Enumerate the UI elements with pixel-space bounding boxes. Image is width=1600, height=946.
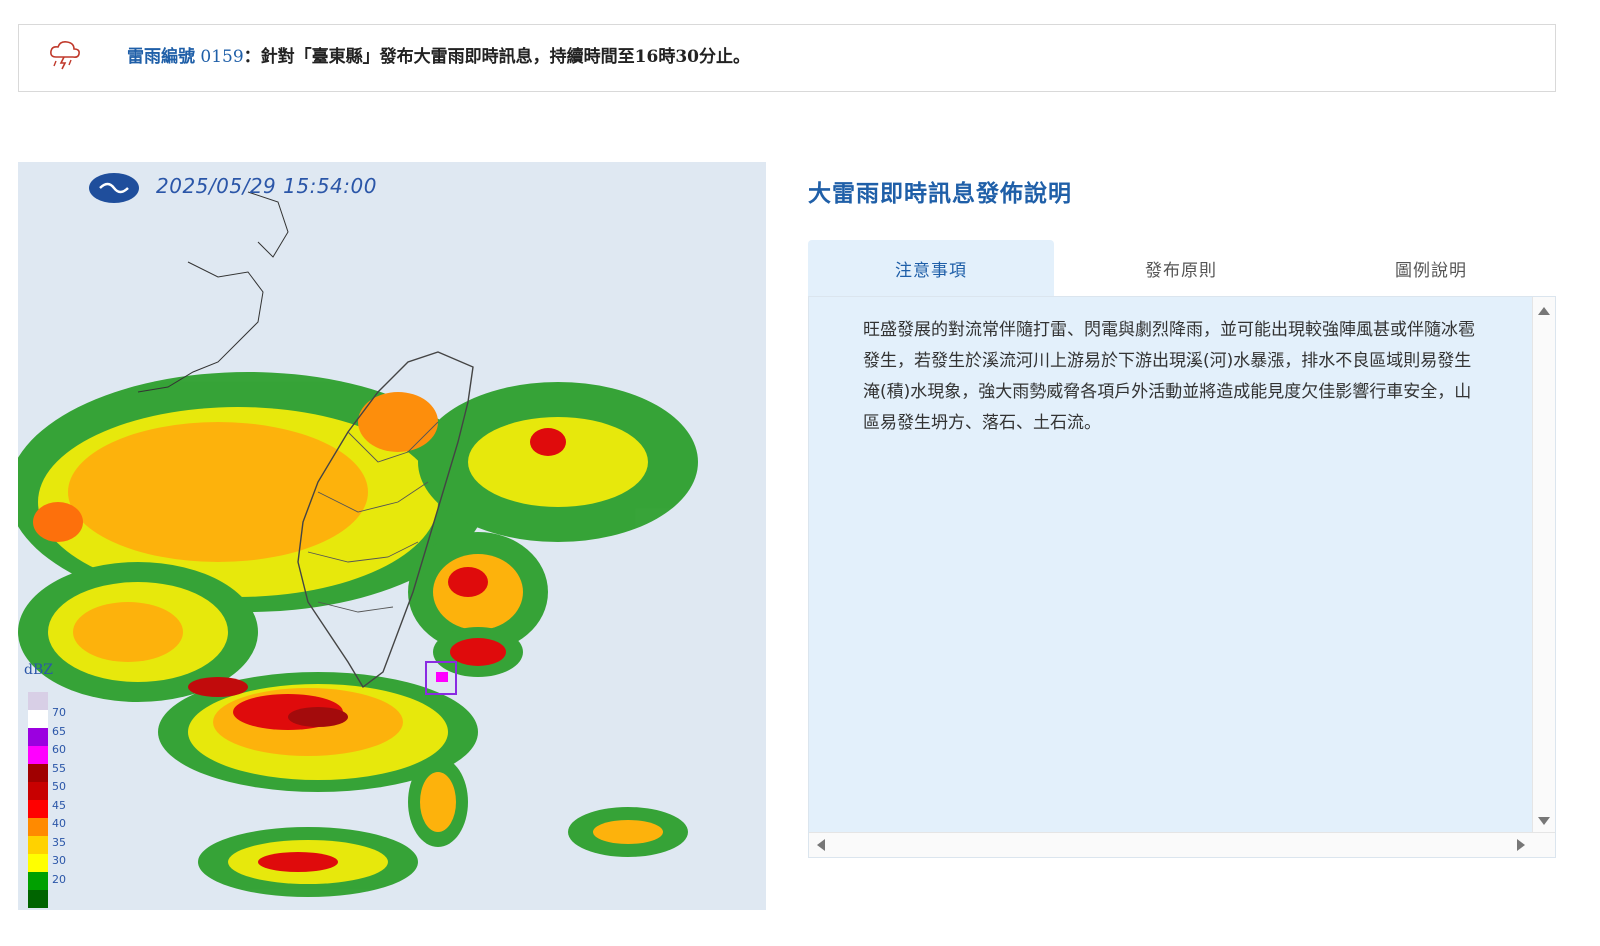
legend-color-swatch xyxy=(28,890,48,908)
legend-tick-label: 20 xyxy=(52,872,66,886)
legend-color-swatch xyxy=(28,818,48,836)
radar-image: 2025/05/29 15:54:00 dBZ 70 65 60 55 50 45 40 35… xyxy=(18,162,766,910)
legend-tick-label: 30 xyxy=(52,854,66,867)
alert-code-number: 0159 xyxy=(200,47,244,67)
legend-tick-label: 40 xyxy=(52,817,66,830)
tab-legend[interactable]: 圖例說明 xyxy=(1308,240,1554,296)
legend-color-bars xyxy=(28,692,48,908)
legend-color-swatch xyxy=(28,728,48,746)
scroll-up-icon[interactable] xyxy=(1538,307,1550,315)
radar-legend: dBZ 70 65 60 55 50 45 40 35 30 20 xyxy=(24,662,84,908)
legend-color-swatch xyxy=(28,692,48,710)
legend-color-swatch xyxy=(28,746,48,764)
legend-tick-label: 60 xyxy=(52,743,66,756)
legend-color-swatch xyxy=(28,836,48,854)
panel-title: 大雷雨即時訊息發佈說明 xyxy=(808,181,1072,207)
legend-color-swatch xyxy=(28,854,48,872)
notes-text: 旺盛發展的對流常伴隨打雷、閃電與劇烈降雨，並可能出現較強陣風甚或伴隨冰雹發生，若… xyxy=(863,320,1475,433)
alert-bar: 雷雨編號 0159：針對「臺東縣」發布大雷雨即時訊息，持續時間至16時30分止。 xyxy=(18,24,1556,92)
legend-tick-label: 55 xyxy=(52,761,66,775)
radar-timestamp: 2025/05/29 15:54:00 xyxy=(156,174,377,198)
radar-map xyxy=(18,162,766,910)
alert-code-label: 雷雨編號 xyxy=(127,47,195,67)
vertical-scrollbar[interactable] xyxy=(1532,297,1555,835)
legend-title: dBZ xyxy=(24,662,53,678)
tab-notes[interactable]: 注意事項 xyxy=(808,240,1054,296)
cwa-logo-icon xyxy=(88,172,140,204)
legend-color-swatch xyxy=(28,782,48,800)
legend-color-swatch xyxy=(28,800,48,818)
legend-color-swatch xyxy=(28,872,48,890)
tab-content: 旺盛發展的對流常伴隨打雷、閃電與劇烈降雨，並可能出現較強陣風甚或伴隨冰雹發生，若… xyxy=(808,296,1556,858)
scroll-left-icon[interactable] xyxy=(817,839,825,851)
legend-tick-label: 45 xyxy=(52,798,66,812)
tab-bar: 注意事項 發布原則 圖例說明 xyxy=(808,240,1556,296)
legend-tick-label: 70 xyxy=(52,706,66,719)
scroll-down-icon[interactable] xyxy=(1538,817,1550,825)
scroll-right-icon[interactable] xyxy=(1517,839,1525,851)
legend-color-swatch xyxy=(28,764,48,782)
tab-principles[interactable]: 發布原則 xyxy=(1058,240,1304,296)
alert-text: ：針對「臺東縣」發布大雷雨即時訊息，持續時間至16時30分止。 xyxy=(243,47,750,67)
alert-message: 雷雨編號 0159：針對「臺東縣」發布大雷雨即時訊息，持續時間至16時30分止。 xyxy=(127,45,750,69)
legend-tick-label: 65 xyxy=(52,724,66,738)
legend-tick-label: 35 xyxy=(52,835,66,849)
horizontal-scrollbar[interactable] xyxy=(809,832,1555,857)
thunderstorm-icon xyxy=(47,37,83,73)
legend-color-swatch xyxy=(28,710,48,728)
legend-tick-label: 50 xyxy=(52,780,66,793)
